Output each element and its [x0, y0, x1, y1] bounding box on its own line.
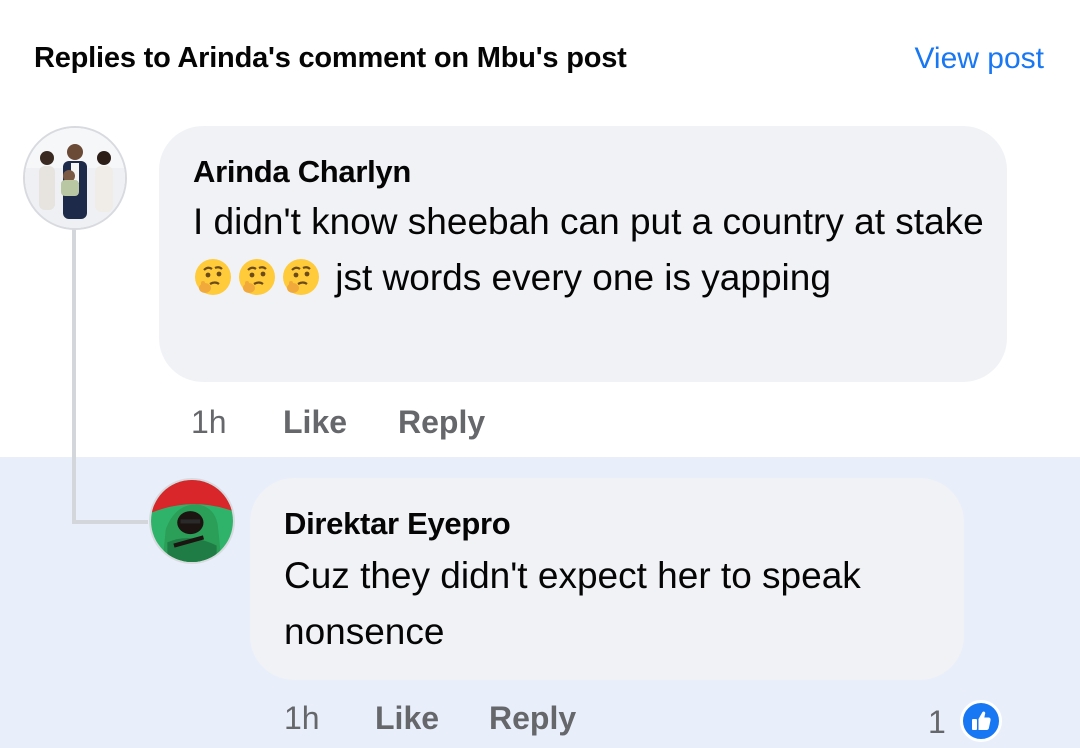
comment-timestamp[interactable]: 1h — [191, 404, 227, 441]
like-thumb-icon — [960, 700, 1002, 742]
comment-actions: 1h Like Reply — [191, 404, 591, 444]
comment-text: I didn't know sheebah can put a country … — [193, 194, 993, 306]
comment-bubble: Direktar Eyepro Cuz they didn't expect h… — [250, 478, 964, 680]
view-post-link[interactable]: View post — [914, 42, 1044, 76]
thinking-face-icon — [193, 257, 233, 297]
comment-text: Cuz they didn't expect her to speak nons… — [284, 555, 861, 652]
avatar[interactable] — [23, 126, 127, 230]
reaction-count: 1 — [928, 704, 946, 740]
comment-timestamp[interactable]: 1h — [284, 700, 320, 737]
comment-text-end: jst words every one is yapping — [325, 257, 831, 298]
comment-author[interactable]: Direktar Eyepro — [284, 506, 511, 542]
comment-author[interactable]: Arinda Charlyn — [193, 154, 411, 190]
header: Replies to Arinda's comment on Mbu's pos… — [0, 0, 1080, 104]
reply-button[interactable]: Reply — [489, 700, 576, 737]
avatar[interactable] — [149, 478, 235, 564]
thinking-face-icon — [281, 257, 321, 297]
reply-button[interactable]: Reply — [398, 404, 485, 441]
comment-text-start: I didn't know sheebah can put a country … — [193, 201, 984, 242]
reaction-summary[interactable]: 1 — [928, 700, 1008, 744]
thread-connector-vertical — [72, 228, 76, 524]
page-title: Replies to Arinda's comment on Mbu's pos… — [34, 42, 627, 74]
like-button[interactable]: Like — [375, 700, 439, 737]
comment-actions: 1h Like Reply — [284, 700, 684, 740]
thinking-face-icon — [237, 257, 277, 297]
comment-bubble: Arinda Charlyn I didn't know sheebah can… — [159, 126, 1007, 382]
thread-connector-horizontal — [72, 520, 148, 524]
like-button[interactable]: Like — [283, 404, 347, 441]
